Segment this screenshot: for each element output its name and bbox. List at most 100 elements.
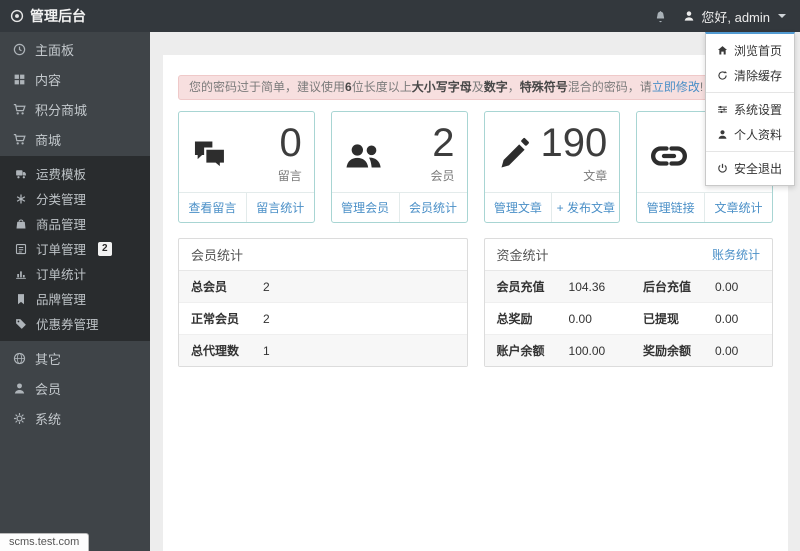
stat-label: 正常会员 bbox=[179, 302, 252, 335]
menu-item-label: 个人资料 bbox=[734, 128, 783, 142]
member-stats-panel: 会员统计 总会员 2 正常会员 2 总代理数 1 bbox=[178, 238, 468, 367]
stat-value: 100.00 bbox=[556, 334, 631, 366]
bag-icon bbox=[15, 218, 27, 230]
sidebar-item-other[interactable]: 其它 bbox=[0, 343, 150, 373]
menu-item-clear-cache[interactable]: 清除缓存 bbox=[706, 63, 794, 88]
sidebar-item-label: 商品管理 bbox=[36, 218, 87, 232]
table-row: 总奖励 0.00 已提现 0.00 bbox=[484, 302, 772, 335]
alert-text: ! bbox=[699, 80, 704, 94]
sidebar-item-label: 主面板 bbox=[35, 42, 75, 58]
stat-label: 会员充值 bbox=[484, 271, 557, 303]
sidebar-item-label: 积分商城 bbox=[35, 102, 88, 118]
table-row: 总会员 2 bbox=[179, 271, 467, 303]
publish-article-link[interactable]: + 发布文章 bbox=[551, 193, 619, 222]
members-card: 2 会员 管理会员 会员统计 bbox=[330, 111, 468, 223]
manage-members-link[interactable]: 管理会员 bbox=[332, 193, 399, 222]
order-count-badge: 2 bbox=[98, 241, 112, 256]
sidebar-item-brand-manage[interactable]: 品牌管理 bbox=[0, 286, 150, 311]
power-icon bbox=[717, 163, 728, 174]
stat-value: 0.00 bbox=[702, 334, 772, 366]
table-row: 正常会员 2 bbox=[179, 302, 467, 335]
menu-divider bbox=[706, 92, 794, 93]
sidebar-item-order-manage[interactable]: 订单管理 2 bbox=[0, 236, 150, 261]
user-icon bbox=[717, 129, 728, 140]
chevron-down-icon bbox=[778, 14, 786, 18]
sidebar-item-category-manage[interactable]: 分类管理 bbox=[0, 186, 150, 211]
home-icon bbox=[717, 45, 728, 56]
messages-card: 0 留言 查看留言 留言统计 bbox=[178, 111, 315, 223]
user-greeting: 您好, admin bbox=[701, 9, 770, 25]
brand-title: 管理后台 bbox=[30, 8, 86, 24]
menu-item-label: 清除缓存 bbox=[734, 69, 783, 83]
sidebar-item-order-stats[interactable]: 订单统计 bbox=[0, 261, 150, 286]
sidebar-item-system[interactable]: 系统 bbox=[0, 403, 150, 433]
alert-text: ， bbox=[507, 80, 520, 94]
menu-item-label: 浏览首页 bbox=[734, 44, 783, 58]
asterisk-icon bbox=[15, 193, 27, 205]
sidebar-item-label: 优惠券管理 bbox=[36, 318, 99, 332]
sidebar-item-dashboard[interactable]: 主面板 bbox=[0, 34, 150, 64]
manage-articles-link[interactable]: 管理文章 bbox=[485, 193, 552, 222]
fund-stats-table: 会员充值 104.36 后台充值 0.00 总奖励 0.00 已提现 0.00 … bbox=[484, 271, 772, 366]
members-label: 会员 bbox=[430, 169, 455, 183]
sidebar-item-shipping-template[interactable]: 运费模板 bbox=[0, 161, 150, 186]
change-password-link[interactable]: 立即修改 bbox=[652, 80, 700, 94]
dashboard-icon bbox=[13, 43, 26, 56]
alert-text: 混合的密码，请 bbox=[567, 80, 652, 94]
chart-icon bbox=[15, 268, 27, 280]
sidebar-item-product-manage[interactable]: 商品管理 bbox=[0, 211, 150, 236]
member-stats-link[interactable]: 会员统计 bbox=[398, 193, 467, 222]
password-warning-alert: 您的密码过于简单，建议使用6位长度以上大小写字母及数字，特殊符号混合的密码，请立… bbox=[178, 75, 773, 100]
sidebar-item-label: 运费模板 bbox=[36, 168, 87, 182]
account-stats-link[interactable]: 账务统计 bbox=[712, 246, 760, 263]
main-content-panel: 您的密码过于简单，建议使用6位长度以上大小写字母及数字，特殊符号混合的密码，请立… bbox=[163, 55, 788, 551]
cart-icon bbox=[13, 133, 26, 146]
manage-links-link[interactable]: 管理链接 bbox=[637, 193, 704, 222]
stat-value: 0.00 bbox=[702, 302, 772, 335]
fund-stats-title: 资金统计 bbox=[496, 248, 549, 263]
sliders-icon bbox=[717, 104, 728, 115]
message-stats-link[interactable]: 留言统计 bbox=[245, 193, 314, 222]
alert-text: 及 bbox=[471, 80, 484, 94]
status-bar-url: scms.test.com bbox=[0, 533, 90, 551]
sidebar-item-label: 其它 bbox=[35, 351, 62, 367]
article-stats-link[interactable]: 文章统计 bbox=[704, 193, 772, 222]
sidebar-item-label: 商城 bbox=[35, 132, 62, 148]
brand-logo[interactable]: 管理后台 bbox=[0, 6, 150, 26]
messages-count: 0 bbox=[279, 121, 302, 165]
sidebar-item-content[interactable]: 内容 bbox=[0, 64, 150, 94]
sidebar-item-members[interactable]: 会员 bbox=[0, 373, 150, 403]
sidebar-item-label: 会员 bbox=[35, 381, 62, 397]
articles-label: 文章 bbox=[583, 169, 608, 183]
menu-item-profile[interactable]: 个人资料 bbox=[706, 122, 794, 147]
globe-icon bbox=[13, 352, 26, 365]
view-messages-link[interactable]: 查看留言 bbox=[179, 193, 246, 222]
stat-value: 104.36 bbox=[556, 271, 631, 303]
bell-icon[interactable] bbox=[654, 10, 667, 23]
users-icon bbox=[344, 136, 384, 192]
sidebar-item-label: 系统 bbox=[35, 411, 62, 427]
sidebar-item-points-mall[interactable]: 积分商城 bbox=[0, 94, 150, 124]
comments-icon bbox=[191, 136, 229, 192]
stat-value: 0.00 bbox=[702, 271, 772, 303]
list-icon bbox=[15, 243, 27, 255]
bookmark-icon bbox=[15, 293, 27, 305]
sidebar-item-label: 订单管理 bbox=[36, 243, 87, 257]
refresh-icon bbox=[717, 70, 728, 81]
menu-item-label: 安全退出 bbox=[734, 162, 783, 176]
user-menu-toggle[interactable]: 您好, admin bbox=[683, 7, 786, 26]
stat-label: 账户余额 bbox=[484, 334, 557, 366]
menu-item-logout[interactable]: 安全退出 bbox=[706, 156, 794, 181]
alert-text-bold: 大小写字母 bbox=[411, 80, 472, 94]
stat-label: 总代理数 bbox=[179, 334, 252, 366]
stat-label: 后台充值 bbox=[630, 271, 703, 303]
menu-item-browse-home[interactable]: 浏览首页 bbox=[706, 38, 794, 63]
articles-card: 190 文章 管理文章 + 发布文章 bbox=[483, 111, 621, 223]
sidebar-item-mall[interactable]: 商城 bbox=[0, 124, 150, 154]
articles-count: 190 bbox=[540, 121, 608, 165]
grid-icon bbox=[13, 73, 26, 86]
brand-icon bbox=[10, 9, 24, 23]
menu-item-system-settings[interactable]: 系统设置 bbox=[706, 97, 794, 122]
stat-value: 0.00 bbox=[556, 302, 631, 335]
sidebar-item-coupon-manage[interactable]: 优惠券管理 bbox=[0, 311, 150, 336]
